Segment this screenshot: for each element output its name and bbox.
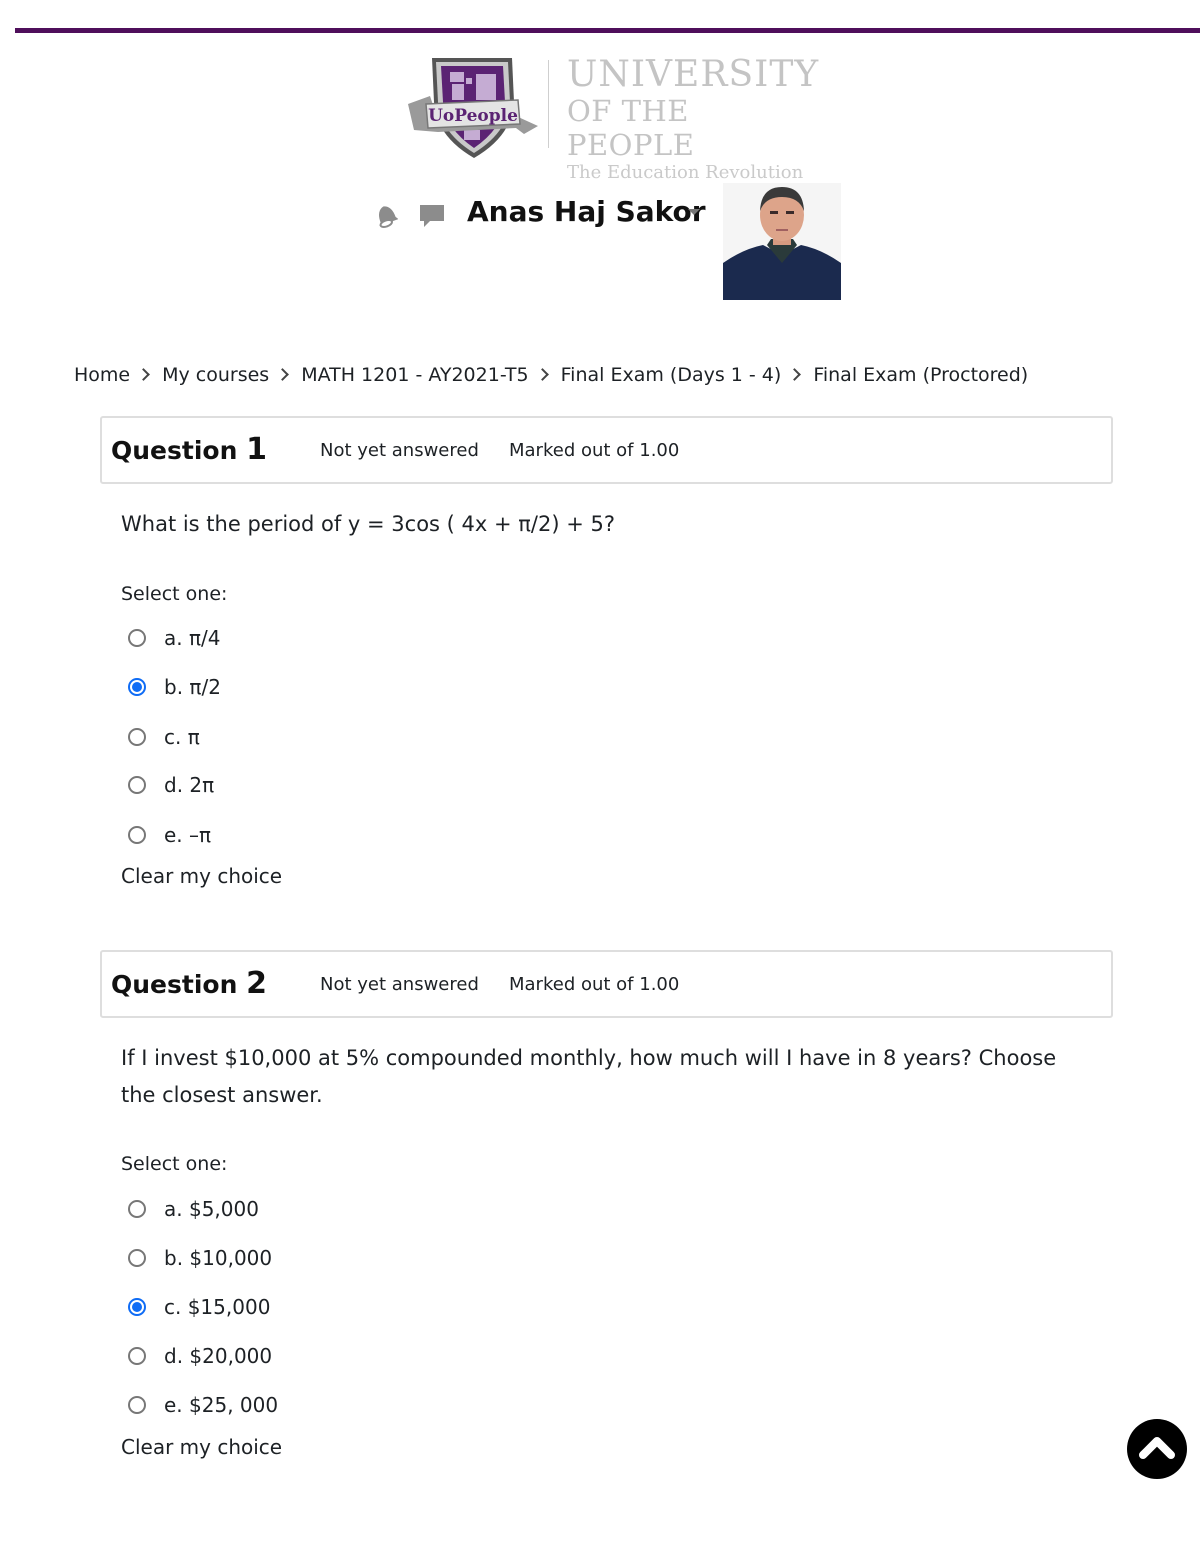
- chevron-up-icon: [1139, 1437, 1175, 1459]
- radio-button[interactable]: [128, 728, 146, 746]
- avatar-photo: [723, 183, 841, 300]
- question-2-info: Question 2 Not yet answered Marked out o…: [100, 950, 1113, 1018]
- question-2-option-a[interactable]: a. $5,000: [128, 1197, 259, 1221]
- radio-button-checked[interactable]: [128, 1298, 146, 1316]
- logo-tagline: The Education Revolution: [567, 162, 804, 183]
- breadcrumb-course[interactable]: MATH 1201 - AY2021-T5: [301, 364, 528, 386]
- user-navigation: Anas Haj Sakor: [370, 183, 850, 303]
- radio-button[interactable]: [128, 1347, 146, 1365]
- option-label: d. $20,000: [164, 1344, 273, 1368]
- question-1-title: Question 1: [111, 432, 267, 467]
- option-label: b. $10,000: [164, 1246, 273, 1270]
- question-2-prompt: Select one:: [121, 1153, 228, 1175]
- chevron-right-icon: [137, 367, 150, 381]
- radio-button-checked[interactable]: [128, 678, 146, 696]
- chevron-right-icon: [788, 367, 802, 381]
- logo-wordmark: UNIVERSITY OF THE PEOPLE The Education R…: [567, 56, 820, 184]
- radio-button[interactable]: [128, 776, 146, 794]
- user-avatar[interactable]: [723, 183, 841, 300]
- option-label: e. –π: [164, 823, 212, 847]
- radio-button[interactable]: [128, 629, 146, 647]
- question-2-option-e[interactable]: e. $25, 000: [128, 1393, 278, 1417]
- breadcrumb-final-exam-proctored[interactable]: Final Exam (Proctored): [813, 364, 1028, 386]
- radio-button[interactable]: [128, 826, 146, 844]
- bell-icon[interactable]: [372, 200, 398, 228]
- question-2-state: Not yet answered: [320, 974, 479, 995]
- chevron-right-icon: [276, 367, 290, 381]
- radio-button[interactable]: [128, 1200, 146, 1218]
- question-1-text: What is the period of y = 3cos ( 4x + π/…: [121, 512, 616, 536]
- shield-logo-icon: UoPeople: [408, 58, 538, 158]
- user-menu-name[interactable]: Anas Haj Sakor: [467, 195, 706, 228]
- option-label: c. $15,000: [164, 1295, 271, 1319]
- option-label: d. 2π: [164, 773, 215, 797]
- caret-down-icon[interactable]: [688, 209, 700, 215]
- breadcrumb-home[interactable]: Home: [74, 364, 130, 386]
- chevron-right-icon: [535, 367, 549, 381]
- radio-button[interactable]: [128, 1396, 146, 1414]
- chat-bubble-icon[interactable]: [418, 201, 446, 229]
- option-label: a. π/4: [164, 626, 221, 650]
- breadcrumb-my-courses[interactable]: My courses: [162, 364, 269, 386]
- option-label: e. $25, 000: [164, 1393, 279, 1417]
- back-to-top-button[interactable]: [1127, 1419, 1187, 1479]
- question-1-grade: Marked out of 1.00: [509, 440, 680, 461]
- option-label: b. π/2: [164, 675, 221, 699]
- question-2-option-c[interactable]: c. $15,000: [128, 1295, 270, 1319]
- breadcrumb-final-exam-section[interactable]: Final Exam (Days 1 - 4): [561, 364, 782, 386]
- question-1-prompt: Select one:: [121, 583, 228, 605]
- question-2-title: Question 2: [111, 966, 267, 1001]
- question-title-prefix: Question: [111, 436, 238, 465]
- logo-line-of-the-people: OF THE PEOPLE: [567, 94, 695, 162]
- question-2-clear-choice-link[interactable]: Clear my choice: [121, 1435, 282, 1459]
- question-title-prefix: Question: [111, 970, 238, 999]
- top-accent-bar: [15, 28, 1200, 33]
- question-2-text: If I invest $10,000 at 5% compounded mon…: [121, 1046, 1057, 1107]
- question-1-option-d[interactable]: d. 2π: [128, 773, 214, 797]
- question-1-state: Not yet answered: [320, 440, 479, 461]
- radio-button[interactable]: [128, 1249, 146, 1267]
- question-2-grade: Marked out of 1.00: [509, 974, 680, 995]
- question-2-option-b[interactable]: b. $10,000: [128, 1246, 272, 1270]
- question-1-option-b[interactable]: b. π/2: [128, 675, 221, 699]
- question-2-option-d[interactable]: d. $20,000: [128, 1344, 272, 1368]
- option-label: a. $5,000: [164, 1197, 259, 1221]
- question-1-option-a[interactable]: a. π/4: [128, 626, 220, 650]
- logo-line-university: UNIVERSITY: [567, 54, 820, 95]
- logo-divider: [548, 60, 549, 148]
- question-1-info: Question 1 Not yet answered Marked out o…: [100, 416, 1113, 484]
- question-number: 1: [246, 432, 267, 467]
- svg-text:UoPeople: UoPeople: [428, 106, 518, 126]
- question-number: 2: [246, 966, 267, 1001]
- site-logo[interactable]: UoPeople UNIVERSITY OF THE PEOPLE The Ed…: [400, 52, 820, 183]
- breadcrumb: Home My courses MATH 1201 - AY2021-T5 Fi…: [74, 364, 1028, 386]
- question-1-option-c[interactable]: c. π: [128, 725, 200, 749]
- question-1-clear-choice-link[interactable]: Clear my choice: [121, 864, 282, 888]
- question-1-option-e[interactable]: e. –π: [128, 823, 211, 847]
- option-label: c. π: [164, 725, 200, 749]
